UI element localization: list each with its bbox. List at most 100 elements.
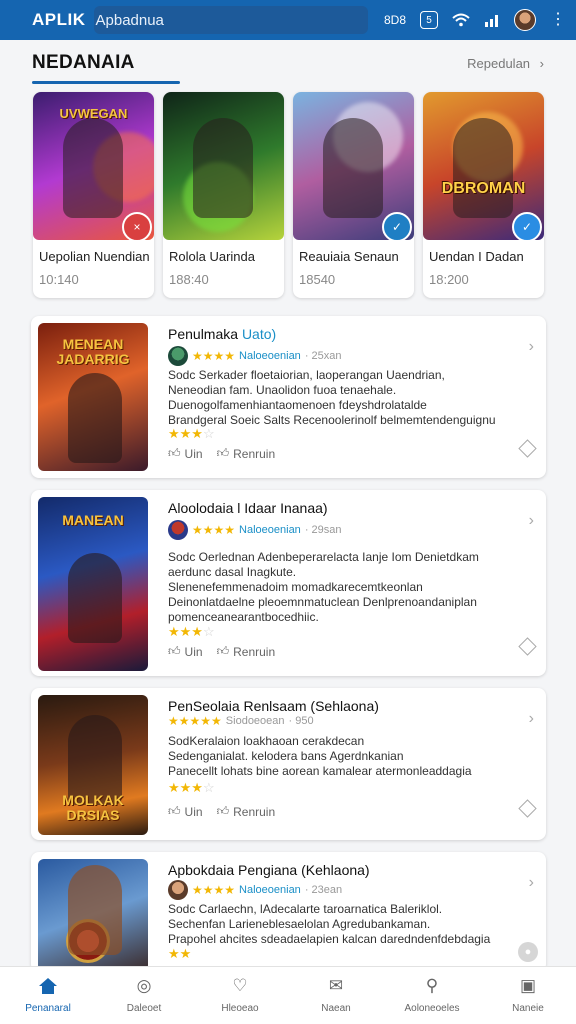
developer-avatar: [168, 346, 188, 366]
like-button[interactable]: 👍︎ Uin: [168, 644, 203, 659]
app-title: Apbokdaia Pengiana (Kehlaona): [168, 862, 370, 878]
like-button[interactable]: 👍︎ Uin: [168, 446, 203, 461]
bottom-navigation: Penanaral ◎ Daleoet ♡ Hleoeao ✉ Naean ⚲ …: [0, 966, 576, 1024]
notification-icon[interactable]: 5: [420, 11, 438, 29]
section-header: NEDANAIA Repedulan ›: [32, 52, 544, 86]
art-title: DBROMAN: [441, 180, 526, 197]
see-all-link[interactable]: Repedulan ›: [467, 56, 544, 71]
featured-name: Rolola Uarinda: [169, 249, 255, 264]
nav-discover[interactable]: ◎ Daleoet: [96, 967, 192, 1024]
nav-label: Naean: [321, 1003, 351, 1014]
app-thumbnail: [38, 859, 148, 971]
developer-name[interactable]: Naloeoenian: [239, 524, 301, 536]
featured-card[interactable]: ✓ Reauiaia Senaun 18540: [293, 92, 414, 298]
featured-badge[interactable]: ✓: [382, 212, 412, 242]
rating-stars: ★★★★: [192, 349, 236, 363]
featured-card[interactable]: UVWEGAN × Uepolian Nuendian 10:140: [33, 92, 154, 298]
share-button[interactable]: 👍︎ Renruin: [217, 644, 276, 659]
user-rating[interactable]: ★★★☆: [168, 780, 215, 796]
nav-label: Aoloneoeles: [404, 1003, 460, 1014]
nav-home[interactable]: Penanaral: [0, 967, 96, 1024]
app-description: Sodc Serkader floetaiorian, laoperangan …: [168, 368, 496, 428]
nav-label: Daleoet: [126, 1003, 162, 1014]
like-label: Uin: [184, 804, 203, 819]
signal-icon: [485, 15, 498, 27]
nav-search-people[interactable]: ⚲ Aoloneoeles: [384, 967, 480, 1024]
character-figure: [68, 553, 122, 643]
chevron-right-icon[interactable]: ›: [529, 710, 534, 728]
profile-card-icon: ▣: [519, 976, 537, 995]
desc-line: pomenceanearantbocedhiic.: [168, 610, 319, 624]
like-label: Uin: [184, 446, 203, 461]
app-title: Penulmaka Uato): [168, 326, 276, 342]
rating-on: ★★★: [168, 624, 203, 639]
developer-avatar: [168, 880, 188, 900]
thumbs-up-icon: 👍︎: [216, 804, 230, 818]
featured-badge[interactable]: ×: [122, 212, 152, 242]
thumbs-up-icon: 👍︎: [216, 446, 230, 460]
release-info: · 29san: [304, 524, 342, 536]
user-rating[interactable]: ★★: [168, 946, 191, 962]
app-brand[interactable]: APLIK: [32, 10, 86, 30]
user-avatar[interactable]: [514, 9, 536, 31]
featured-carousel: UVWEGAN × Uepolian Nuendian 10:140 Rolol…: [33, 92, 545, 300]
app-title-text: Penulmaka: [168, 326, 239, 342]
character-figure: [63, 118, 123, 218]
rating-off: ☆: [202, 624, 215, 639]
thumbnail-title: MANEAN: [62, 512, 124, 528]
search-input[interactable]: Apbadnua: [93, 6, 368, 34]
desc-line: Sechenfan Larieneblesaelolan Agredubanka…: [168, 917, 431, 931]
discover-icon: ◎: [136, 976, 152, 995]
app-description: SodKeralaion loakhaoan cerakdecan Sedeng…: [168, 734, 472, 779]
share-button[interactable]: 👍︎ Renruin: [217, 446, 276, 461]
bookmark-icon[interactable]: [518, 637, 537, 656]
like-label: Uin: [184, 644, 203, 659]
chevron-right-icon[interactable]: ›: [529, 338, 534, 356]
app-meta: ★★★★★ Siodoeoean · 950: [168, 714, 314, 728]
like-button[interactable]: 👍︎ Uin: [168, 804, 203, 819]
chevron-right-icon[interactable]: ›: [529, 874, 534, 892]
app-list-item[interactable]: MENEAN JADARRIG Penulmaka Uato) ★★★★ Nal…: [31, 316, 546, 478]
profile-icon: ⚲: [425, 976, 439, 995]
nav-label: Penanaral: [25, 1003, 71, 1014]
featured-name: Uendan I Dadan: [429, 249, 524, 264]
developer-name[interactable]: Naloeoenian: [239, 884, 301, 896]
thumbs-up-icon: 👍︎: [168, 804, 181, 818]
app-meta: ★★★★ Naloeoenian · 23ean: [168, 880, 342, 900]
bookmark-icon[interactable]: [518, 439, 537, 458]
bookmark-icon[interactable]: [518, 799, 537, 818]
see-all-label: Repedulan: [467, 56, 531, 71]
user-rating[interactable]: ★★★☆: [168, 624, 215, 640]
chevron-right-icon[interactable]: ›: [529, 512, 534, 530]
app-title-accent: Uato): [241, 326, 277, 342]
app-list-item[interactable]: Apbokdaia Pengiana (Kehlaona) ★★★★ Naloe…: [31, 852, 546, 972]
app-description: Sodc Carlaechn, lAdecalarte taroarnatica…: [168, 902, 490, 947]
desc-line: Brandgeral Soeic Salts Recenoolerinolf b…: [168, 413, 496, 427]
user-rating[interactable]: ★★★☆: [168, 426, 215, 442]
featured-card[interactable]: Rolola Uarinda 188:40: [163, 92, 284, 298]
thumbs-up-icon: 👍︎: [216, 644, 230, 658]
app-list-item[interactable]: MANEAN Aloolodaia l Idaar Inanaa) ★★★★ N…: [31, 490, 546, 676]
notification-count: 5: [426, 14, 432, 26]
badge-glyph: ✓: [521, 220, 533, 234]
mic-icon[interactable]: ●: [518, 942, 538, 962]
featured-art: [163, 92, 284, 240]
more-menu-icon[interactable]: ⋮: [550, 12, 566, 28]
character-figure: [453, 118, 513, 218]
app-list-item[interactable]: MOLKAK DRSIAS PenSeolaia Renlsaam (Sehla…: [31, 688, 546, 840]
app-thumbnail: MOLKAK DRSIAS: [38, 695, 148, 835]
featured-card[interactable]: DBROMAN ✓ Uendan I Dadan 18:200: [423, 92, 544, 298]
featured-badge[interactable]: ✓: [512, 212, 542, 242]
thumbs-up-icon: 👍︎: [168, 446, 181, 460]
featured-name: Reauiaia Senaun: [299, 249, 399, 264]
developer-name[interactable]: Naloeoenian: [239, 350, 301, 362]
share-label: Renruin: [233, 804, 276, 819]
share-button[interactable]: 👍︎ Renruin: [217, 804, 276, 819]
developer-name[interactable]: Siodoeoean: [226, 715, 285, 727]
desc-line: Panecellt lohats bine aorean kamalear at…: [168, 764, 472, 778]
app-title: PenSeolaia Renlsaam (Sehlaona): [168, 698, 379, 714]
app-meta: ★★★★ Naloeoenian · 29san: [168, 520, 342, 540]
nav-account[interactable]: ▣ Naneie: [480, 967, 576, 1024]
nav-favorites[interactable]: ♡ Hleoeao: [192, 967, 288, 1024]
nav-messages[interactable]: ✉ Naean: [288, 967, 384, 1024]
